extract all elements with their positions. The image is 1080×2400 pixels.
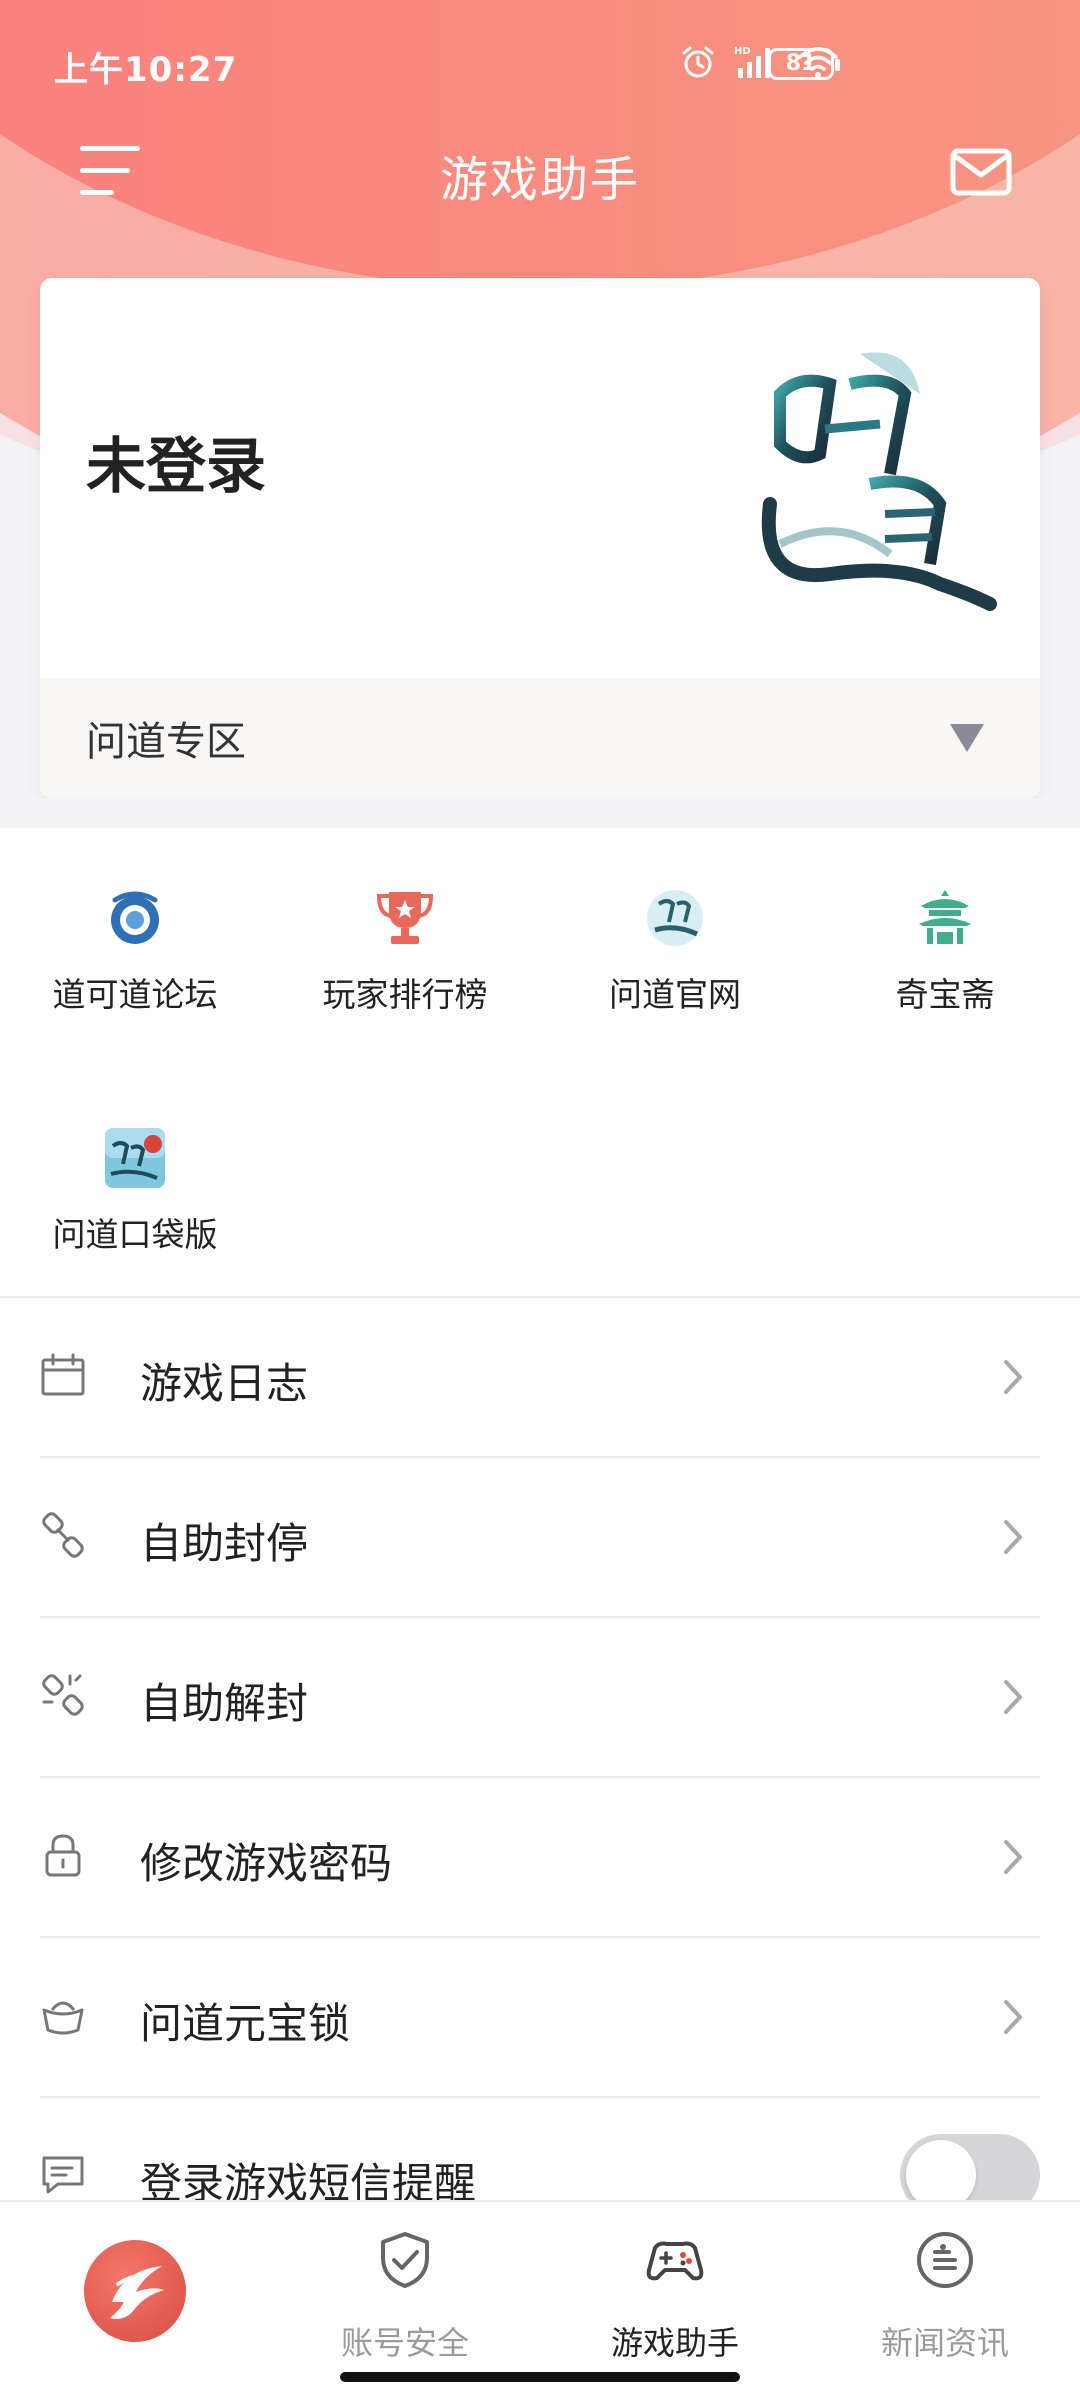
nav-label: 新闻资讯 — [880, 2324, 1009, 2362]
svg-text:HD: HD — [734, 46, 751, 57]
zone-label: 问道专区 — [86, 719, 246, 765]
chevron-right-icon — [1004, 1520, 1022, 1554]
trophy-icon — [376, 892, 434, 944]
forum-icon — [111, 891, 159, 944]
pocket-edition-icon — [105, 1128, 165, 1188]
pavilion-icon — [919, 890, 971, 944]
quick-links-grid: 道可道论坛 玩家排行榜 问道官网 奇宝斋 问道口袋版 — [0, 828, 1080, 1298]
menu-item-label: 游戏日志 — [140, 1359, 309, 1408]
menu-item-game-log[interactable]: 游戏日志 — [0, 1298, 1080, 1458]
ingot-icon — [42, 2001, 84, 2035]
calendar-icon — [41, 1353, 85, 1396]
menu-item-self-suspend[interactable]: 自助封停 — [0, 1458, 1080, 1618]
menu-item-label: 问道元宝锁 — [140, 1999, 351, 2048]
section-divider — [0, 798, 1080, 828]
quick-link-label: 玩家排行榜 — [322, 975, 488, 1014]
chevron-right-icon — [1004, 1360, 1022, 1394]
account-card[interactable]: 未登录 问道专区 — [40, 278, 1040, 798]
page-title: 游戏助手 — [439, 152, 640, 208]
link-icon — [42, 1512, 84, 1558]
quick-link-forum[interactable]: 道可道论坛 — [0, 888, 270, 1048]
nav-label: 游戏助手 — [610, 2324, 739, 2362]
website-icon — [647, 890, 703, 946]
lock-icon — [45, 1834, 81, 1877]
menu-item-change-password[interactable]: 修改游戏密码 — [0, 1778, 1080, 1938]
nav-news[interactable]: 新闻资讯 — [810, 2202, 1080, 2400]
quick-link-treasure[interactable]: 奇宝斋 — [810, 888, 1080, 1048]
shield-icon — [381, 2232, 429, 2288]
quick-link-label: 问道官网 — [609, 975, 741, 1014]
nav-game-assistant[interactable]: 游戏助手 — [540, 2202, 810, 2400]
menu-item-label: 修改游戏密码 — [140, 1839, 393, 1888]
message-icon — [42, 2156, 84, 2194]
quick-link-website[interactable]: 问道官网 — [540, 888, 810, 1048]
chevron-right-icon — [1004, 2000, 1022, 2034]
unlink-icon — [42, 1674, 84, 1716]
status-time: 上午10:27 — [54, 50, 238, 90]
status-bar: 上午10:27 HD 81 — [0, 0, 1080, 120]
quick-link-pocket-edition[interactable]: 问道口袋版 — [0, 1128, 270, 1288]
home-indicator[interactable] — [340, 2372, 740, 2382]
game-logo-image — [761, 352, 997, 611]
nav-label: 账号安全 — [340, 2324, 469, 2362]
battery-icon: 81 — [768, 48, 840, 80]
menu-item-label: 自助封停 — [140, 1519, 309, 1568]
chevron-right-icon — [1004, 1840, 1022, 1874]
zone-selector[interactable]: 问道专区 — [40, 678, 1040, 798]
nav-account-security[interactable]: 账号安全 — [270, 2202, 540, 2400]
dropdown-arrow-icon[interactable] — [950, 724, 984, 752]
news-icon — [917, 2232, 973, 2288]
menu-item-self-unsuspend[interactable]: 自助解封 — [0, 1618, 1080, 1778]
chevron-right-icon — [1004, 1680, 1022, 1714]
login-status[interactable]: 未登录 — [86, 418, 266, 505]
quick-link-label: 道可道论坛 — [52, 975, 218, 1014]
menu-item-label: 自助解封 — [140, 1679, 309, 1728]
gamepad-icon — [646, 2241, 704, 2281]
alarm-icon — [682, 46, 714, 78]
app-logo-icon — [84, 2240, 186, 2342]
mail-icon[interactable] — [950, 148, 1012, 196]
quick-link-label: 问道口袋版 — [52, 1215, 218, 1254]
bottom-navigation: 账号安全 游戏助手 新闻资讯 — [0, 2200, 1080, 2400]
nav-home[interactable] — [0, 2202, 270, 2400]
quick-link-ranking[interactable]: 玩家排行榜 — [270, 888, 540, 1048]
menu-item-ingot-lock[interactable]: 问道元宝锁 — [0, 1938, 1080, 2098]
quick-link-label: 奇宝斋 — [895, 975, 995, 1014]
